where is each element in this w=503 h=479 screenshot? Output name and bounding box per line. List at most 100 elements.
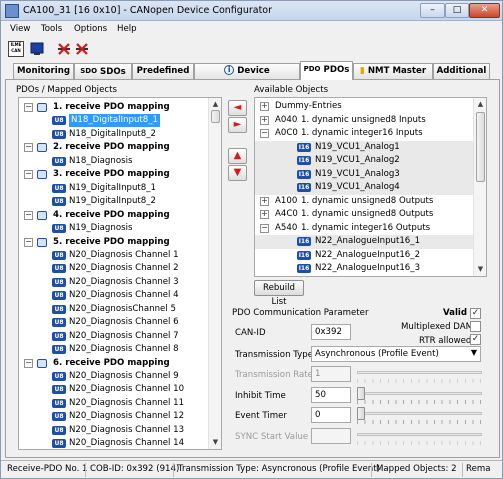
- valid-checkbox[interactable]: ✓: [470, 308, 481, 319]
- collapse-toggle-icon[interactable]: −: [260, 223, 269, 233]
- transmission-type-label: Transmission Type: [235, 350, 313, 360]
- u8-type-icon: U8: [52, 439, 66, 449]
- object-label: N20_Diagnosis Channel 3: [69, 276, 179, 287]
- tab-pdos[interactable]: PDO PDOs: [300, 61, 353, 80]
- collapse-toggle-icon[interactable]: −: [260, 129, 269, 138]
- move-down-button[interactable]: ▼: [228, 165, 247, 181]
- expand-toggle-icon[interactable]: +: [260, 115, 269, 125]
- status-separator: [85, 463, 86, 477]
- expand-toggle-icon[interactable]: +: [260, 196, 269, 206]
- tab-predefined[interactable]: Predefined: [132, 63, 194, 79]
- tab-nmt-master[interactable]: ▮ NMT Master: [353, 63, 433, 79]
- param-group-label: PDO Communication Parameter: [232, 308, 369, 318]
- tab-sdos[interactable]: SDO SDOs: [74, 63, 132, 79]
- expand-toggle-icon[interactable]: +: [260, 210, 269, 219]
- pdo-mapping-icon: [37, 143, 47, 153]
- slider-knob[interactable]: [357, 387, 365, 400]
- object-label: N18_Diagnosis: [69, 155, 133, 166]
- maximize-button[interactable]: □: [445, 3, 469, 18]
- event-timer-label: Event Timer: [235, 411, 287, 421]
- group-label: 1. dynamic unsigned8 Outputs: [301, 209, 434, 219]
- scroll-thumb[interactable]: [211, 110, 220, 123]
- transmission-type-select[interactable]: Asynchronous (Profile Event) ▼: [311, 346, 481, 362]
- pdo-mapping-icon: [37, 103, 47, 112]
- menu-options[interactable]: Options: [74, 24, 107, 34]
- disconnect-icon[interactable]: [74, 41, 90, 57]
- object-label: N22_AnalogueInput16_2: [315, 249, 421, 260]
- object-label: N20_Diagnosis Channel 2: [69, 263, 179, 274]
- scroll-down-icon[interactable]: ▼: [475, 264, 486, 275]
- scroll-down-icon[interactable]: ▼: [210, 437, 221, 448]
- can-id-field[interactable]: 0x392: [311, 324, 351, 340]
- monitor-icon[interactable]: [29, 41, 45, 57]
- mapping-label: 6. receive PDO mapping: [53, 357, 170, 368]
- object-index: A4C0: [275, 209, 298, 219]
- inhibit-time-slider[interactable]: [357, 387, 482, 407]
- right-scrollbar[interactable]: ▲ ▼: [473, 98, 486, 276]
- event-timer-slider[interactable]: [357, 407, 482, 427]
- rebuild-list-button[interactable]: Rebuild List: [254, 280, 304, 307]
- status-remaining: Rema: [466, 464, 491, 474]
- sync-start-value-slider[interactable]: [357, 428, 482, 448]
- pdos-panel: PDOs / Mapped Objects ▲ ▼ − 1. receive PD…: [5, 79, 500, 458]
- device-logo-icon[interactable]: ILME CAN: [8, 41, 24, 57]
- tab-bar: Monitoring SDO SDOs Predefined i Device …: [1, 61, 502, 90]
- object-label: N20_Diagnosis Channel 12: [69, 411, 185, 422]
- sdo-icon: SDO: [80, 67, 98, 75]
- tab-label: Additional: [436, 66, 487, 76]
- menu-view[interactable]: View: [10, 24, 30, 34]
- group-label: 1. dynamic unsigned8 Inputs: [301, 114, 426, 125]
- scroll-up-icon[interactable]: ▲: [210, 99, 221, 110]
- menu-bar: View Tools Options Help: [1, 22, 502, 37]
- tab-label: NMT Master: [367, 66, 427, 76]
- tab-additional[interactable]: Additional: [433, 63, 490, 79]
- i16-type-icon: I16: [297, 264, 311, 273]
- sync-start-value-field[interactable]: [311, 428, 351, 444]
- scroll-up-icon[interactable]: ▲: [475, 99, 486, 110]
- status-transmission-type: Transmission Type: Asyncronous (Profile …: [178, 464, 380, 474]
- transmission-rate-slider[interactable]: [357, 366, 482, 386]
- object-index: A040: [275, 114, 298, 125]
- collapse-toggle-icon[interactable]: −: [24, 143, 33, 153]
- menu-help[interactable]: Help: [117, 24, 137, 34]
- add-mapping-button[interactable]: ◄: [228, 100, 247, 116]
- available-objects-tree[interactable]: ▲ ▼ + Dummy-Entries + A040 1. dynamic unsign…: [254, 97, 487, 277]
- remove-mapping-button[interactable]: ►: [228, 117, 247, 133]
- i16-type-icon: I16: [297, 183, 311, 192]
- object-label: N20_DiagnosisChannel 5: [69, 303, 176, 314]
- event-timer-field[interactable]: 0: [311, 407, 351, 423]
- inhibit-time-field[interactable]: 50: [311, 387, 351, 403]
- left-scrollbar[interactable]: ▲ ▼: [208, 98, 221, 449]
- collapse-toggle-icon[interactable]: −: [24, 103, 33, 112]
- rtr-allowed-checkbox[interactable]: ✓: [470, 334, 481, 345]
- collapse-toggle-icon[interactable]: −: [24, 237, 33, 247]
- u8-type-icon: U8: [52, 398, 66, 408]
- move-up-button[interactable]: ▲: [228, 148, 247, 164]
- transmission-rate-field[interactable]: 1: [311, 366, 351, 382]
- multiplexed-dam-checkbox[interactable]: [470, 321, 481, 332]
- tab-device-information[interactable]: i Device Information: [194, 63, 300, 90]
- object-label: N19_DigitalInput8_1: [69, 182, 157, 193]
- transmission-rate-label: Transmission Rate: [235, 370, 313, 380]
- scroll-thumb[interactable]: [476, 112, 485, 182]
- mapped-objects-tree[interactable]: ▲ ▼ −1. receive PDO mapping U8 N18_Digital…: [18, 97, 222, 450]
- object-label: N20_Diagnosis Channel 7: [69, 330, 179, 341]
- pdo-mapping-icon: [37, 358, 47, 368]
- app-icon: [5, 4, 19, 18]
- status-pdo: Receive-PDO No. 1: [7, 464, 88, 474]
- u8-type-icon: U8: [52, 197, 66, 207]
- connect-icon[interactable]: [56, 41, 72, 57]
- expand-toggle-icon[interactable]: +: [260, 102, 269, 111]
- pdo-mapping-icon: [37, 237, 47, 247]
- u8-type-icon: U8: [52, 129, 66, 139]
- collapse-toggle-icon[interactable]: −: [24, 210, 33, 220]
- collapse-toggle-icon[interactable]: −: [24, 170, 33, 180]
- close-button[interactable]: ✕: [469, 3, 500, 18]
- minimize-button[interactable]: –: [420, 3, 445, 18]
- collapse-toggle-icon[interactable]: −: [24, 358, 33, 368]
- menu-tools[interactable]: Tools: [41, 24, 62, 34]
- object-label: N22_AnalogueInput16_3: [315, 263, 421, 273]
- i16-type-icon: I16: [297, 142, 311, 152]
- tab-monitoring[interactable]: Monitoring: [13, 63, 74, 79]
- slider-knob[interactable]: [357, 407, 365, 420]
